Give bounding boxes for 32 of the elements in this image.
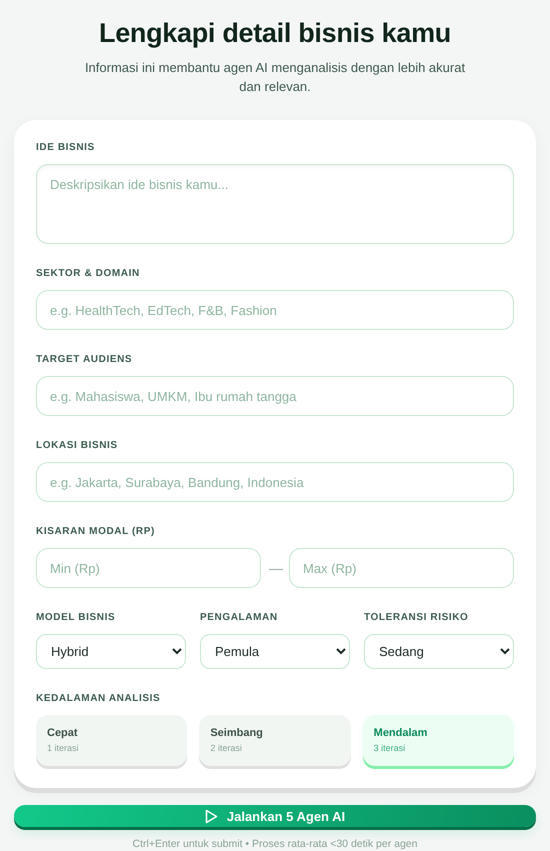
- depth-option[interactable]: Cepat 1 iterasi: [36, 715, 188, 766]
- field-label: MODEL BISNIS: [36, 612, 116, 624]
- field-label: LOKASI BISNIS: [36, 440, 119, 452]
- option-title: Mendalam: [374, 726, 428, 740]
- input-field[interactable]: e.g. Mahasiswa, UMKM, Ibu rumah tangga: [36, 376, 514, 416]
- option-note: 3 iterasi: [374, 742, 406, 755]
- field-label: PENGALAMAN: [200, 612, 279, 624]
- option-title: Seimbang: [210, 726, 264, 740]
- depth-option[interactable]: Mendalam 3 iterasi: [362, 715, 514, 766]
- input-field[interactable]: Min (Rp): [36, 548, 261, 588]
- field-label: TARGET AUDIENS: [36, 354, 134, 366]
- input-field[interactable]: e.g. Jakarta, Surabaya, Bandung, Indonesia: [36, 462, 514, 502]
- text-area[interactable]: Deskripsikan ide bisnis kamu...: [36, 164, 514, 244]
- field-label: KISARAN MODAL (RP): [36, 526, 156, 538]
- field-label: SEKTOR & DOMAIN: [36, 268, 141, 280]
- page-title: Lengkapi detail bisnis kamu: [99, 17, 451, 50]
- field-label: TOLERANSI RISIKO: [364, 612, 470, 624]
- input-field[interactable]: e.g. HealthTech, EdTech, F&B, Fashion: [36, 290, 514, 330]
- dropdown[interactable]: Sedang: [364, 634, 514, 669]
- hint-text: Ctrl+Enter untuk submit • Proses rata-rata <30 detik per agen: [132, 837, 418, 851]
- field-label: IDE BISNIS: [36, 142, 96, 154]
- depth-option[interactable]: Seimbang 2 iterasi: [199, 715, 351, 766]
- page-subtitle: Informasi ini membantu agen AI menganalisis dengan lebih akurat dan relevan.: [84, 59, 466, 96]
- option-note: 1 iterasi: [47, 742, 80, 755]
- option-note: 2 iterasi: [210, 742, 243, 755]
- range-separator: —: [269, 560, 281, 576]
- dropdown[interactable]: Pemula: [200, 634, 350, 669]
- option-title: Cepat: [47, 726, 79, 740]
- play-icon: [204, 808, 218, 824]
- field-label: KEDALAMAN ANALISIS: [36, 693, 162, 705]
- dropdown[interactable]: Hybrid: [36, 634, 186, 669]
- input-field[interactable]: Max (Rp): [289, 548, 514, 588]
